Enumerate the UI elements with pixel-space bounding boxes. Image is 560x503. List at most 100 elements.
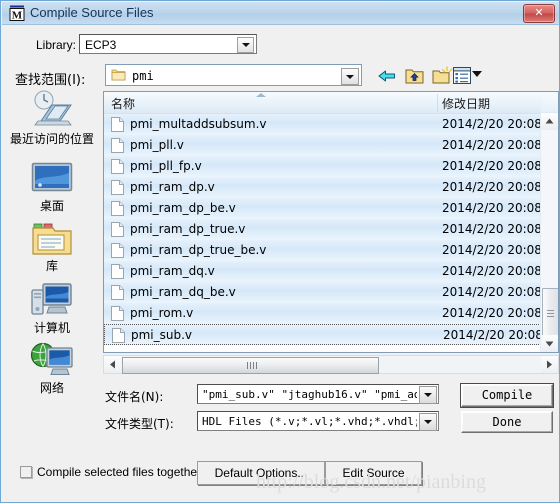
views-icon[interactable] <box>453 67 471 87</box>
file-name-cell: pmi_ram_dp_true.v <box>130 222 246 236</box>
file-icon <box>111 222 124 237</box>
table-row[interactable]: pmi_ram_dp_true.v 2014/2/20 20:08 <box>104 219 542 241</box>
edit-source-button[interactable]: Edit Source <box>325 461 422 485</box>
table-row[interactable]: pmi_multaddsubsum.v 2014/2/20 20:08 <box>104 114 542 136</box>
place-item-computer[interactable]: 计算机 <box>3 282 101 335</box>
file-type-value: HDL Files (*.v;*.vl;*.vhd;*.vhdl;*.vh <box>202 415 417 428</box>
svg-text:M: M <box>12 10 23 22</box>
file-name-value: "pmi_sub.v" "jtaghub16.v" "pmi_add.v" <box>202 388 417 401</box>
compile-together-checkbox[interactable] <box>20 466 32 478</box>
horizontal-scrollbar-thumb[interactable] <box>122 357 379 374</box>
file-date-cell: 2014/2/20 20:08 <box>442 222 542 236</box>
compile-together-label[interactable]: Compile selected files together <box>37 465 201 479</box>
recent-places-icon <box>29 89 75 132</box>
file-name-cell: pmi_ram_dp.v <box>130 180 215 194</box>
place-item-recent[interactable]: 最近访问的位置 <box>3 89 101 146</box>
column-divider[interactable] <box>437 94 438 112</box>
default-options-button[interactable]: Default Options... <box>197 461 325 485</box>
file-type-combobox[interactable]: HDL Files (*.v;*.vl;*.vhd;*.vhdl;*.vh <box>197 411 439 431</box>
table-row[interactable]: pmi_pll.v 2014/2/20 20:08 <box>104 135 542 157</box>
header-scroll-cap <box>541 92 558 112</box>
file-name-label: 文件名(N): <box>105 390 164 404</box>
table-row[interactable]: pmi_ram_dq_be.v 2014/2/20 20:08 <box>104 282 542 304</box>
close-button[interactable]: ✕ <box>523 4 555 23</box>
compile-button-label: Compile <box>481 388 533 402</box>
file-name-cell: pmi_ram_dq_be.v <box>130 285 236 299</box>
scroll-right-button[interactable] <box>541 356 558 373</box>
table-row[interactable]: pmi_sub.v 2014/2/20 20:08 <box>104 324 543 345</box>
computer-icon <box>31 282 73 321</box>
table-row[interactable]: pmi_pll_fp.v 2014/2/20 20:08 <box>104 156 542 178</box>
places-bar: 最近访问的位置 桌面 库 计算机 网络 <box>3 89 101 471</box>
horizontal-scrollbar[interactable] <box>103 355 559 374</box>
sort-ascending-icon <box>256 93 266 97</box>
close-icon: ✕ <box>534 7 544 19</box>
file-name-cell: pmi_multaddsubsum.v <box>130 117 267 131</box>
file-icon <box>111 180 124 195</box>
file-date-cell: 2014/2/20 20:08 <box>442 180 542 194</box>
table-row[interactable]: pmi_ram_dp_true_be.v 2014/2/20 20:08 <box>104 240 542 262</box>
window-title: Compile Source Files <box>30 5 154 20</box>
file-name-cell: pmi_ram_dq.v <box>130 264 215 278</box>
edit-source-label: Edit Source <box>342 466 405 480</box>
new-folder-icon[interactable] <box>432 66 453 88</box>
chevron-down-icon[interactable] <box>472 71 482 77</box>
file-icon <box>111 138 124 153</box>
file-name-cell: pmi_sub.v <box>131 328 193 342</box>
file-date-cell: 2014/2/20 20:08 <box>442 159 542 173</box>
place-item-desktop[interactable]: 桌面 <box>3 162 101 213</box>
vertical-scrollbar-thumb[interactable] <box>542 288 558 338</box>
file-icon <box>111 201 124 216</box>
place-label-recent: 最近访问的位置 <box>9 132 94 146</box>
title-bar: M Compile Source Files ✕ <box>2 2 559 25</box>
file-name-cell: pmi_ram_dp_true_be.v <box>130 243 267 257</box>
network-icon <box>30 342 74 381</box>
table-row[interactable]: pmi_ram_dp_be.v 2014/2/20 20:08 <box>104 198 542 220</box>
back-icon[interactable] <box>377 68 397 87</box>
file-icon <box>111 159 124 174</box>
table-row[interactable]: pmi_ram_dq.v 2014/2/20 20:08 <box>104 261 542 283</box>
place-label-network: 网络 <box>39 381 64 395</box>
place-label-libraries: 库 <box>45 259 58 273</box>
column-header-date[interactable]: 修改日期 <box>442 95 490 112</box>
library-combobox[interactable]: ECP3 <box>79 34 257 54</box>
chevron-down-icon[interactable] <box>419 386 437 404</box>
chevron-down-icon[interactable] <box>237 37 254 53</box>
column-header-name[interactable]: 名称 <box>111 95 135 112</box>
libraries-icon <box>31 222 73 259</box>
vertical-scrollbar[interactable] <box>540 113 558 352</box>
look-in-combobox[interactable]: pmi <box>105 64 362 86</box>
file-date-cell: 2014/2/20 20:08 <box>442 306 542 320</box>
done-button-label: Done <box>492 415 522 429</box>
file-icon <box>111 264 124 279</box>
file-list[interactable]: 名称 修改日期 pmi_multaddsubsum.v 2014/2/20 20:… <box>103 91 559 353</box>
look-in-label: 查找范围(I): <box>15 73 86 88</box>
file-name-cell: pmi_rom.v <box>130 306 194 320</box>
place-label-desktop: 桌面 <box>39 199 64 213</box>
place-item-libraries[interactable]: 库 <box>3 222 101 273</box>
file-type-label: 文件类型(T): <box>105 417 174 431</box>
file-date-cell: 2014/2/20 20:08 <box>443 328 543 342</box>
modelsim-m-icon: M <box>9 5 25 22</box>
library-label: Library: <box>36 38 77 52</box>
chevron-down-icon[interactable] <box>341 68 359 85</box>
scroll-up-button[interactable] <box>541 113 558 130</box>
folder-icon <box>111 68 126 82</box>
table-row[interactable]: pmi_ram_dp.v 2014/2/20 20:08 <box>104 177 542 199</box>
scroll-left-button[interactable] <box>104 356 121 373</box>
look-in-value: pmi <box>132 69 154 83</box>
compile-button[interactable]: Compile <box>460 383 554 408</box>
file-date-cell: 2014/2/20 20:08 <box>442 201 542 215</box>
scroll-down-button[interactable] <box>541 335 558 352</box>
file-date-cell: 2014/2/20 20:08 <box>442 138 542 152</box>
file-name-cell: pmi_ram_dp_be.v <box>130 201 236 215</box>
up-folder-icon[interactable] <box>405 67 424 88</box>
file-name-combobox[interactable]: "pmi_sub.v" "jtaghub16.v" "pmi_add.v" <box>197 384 439 404</box>
table-row[interactable]: pmi_rom.v 2014/2/20 20:08 <box>104 303 542 325</box>
done-button[interactable]: Done <box>461 411 553 433</box>
file-name-cell: pmi_pll_fp.v <box>130 159 202 173</box>
file-icon <box>111 285 124 300</box>
chevron-down-icon[interactable] <box>419 413 437 431</box>
file-date-cell: 2014/2/20 20:08 <box>442 264 542 278</box>
place-item-network[interactable]: 网络 <box>3 342 101 395</box>
